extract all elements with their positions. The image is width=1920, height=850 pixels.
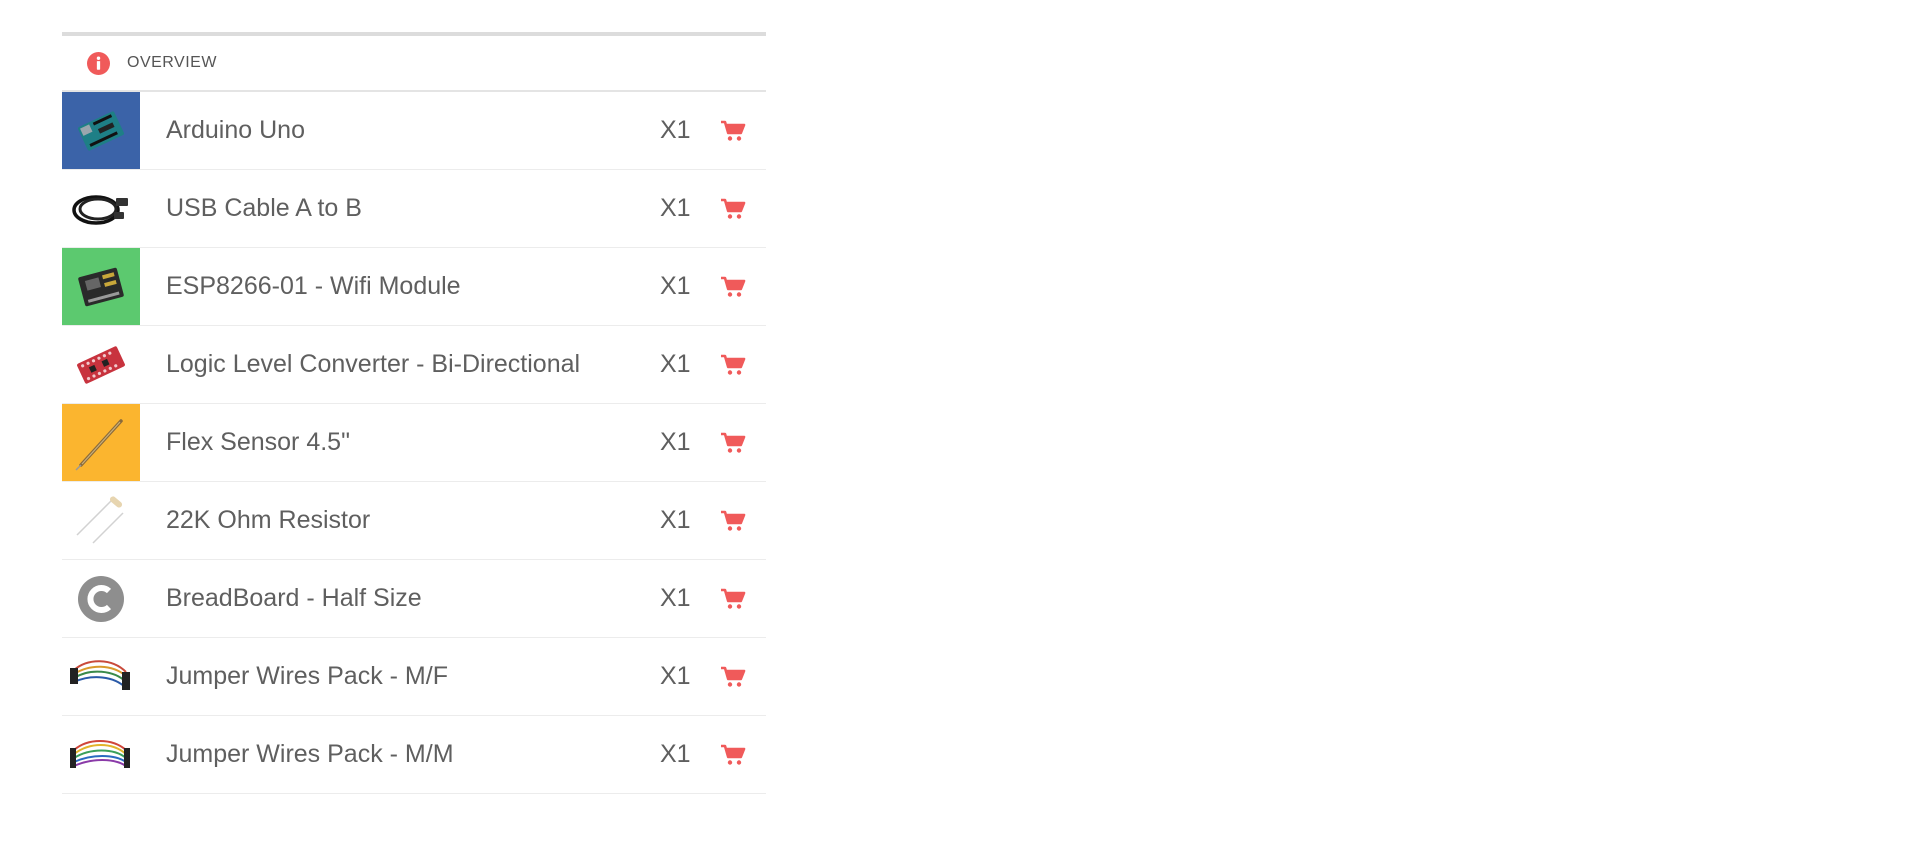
shopping-cart-icon[interactable] <box>720 276 766 298</box>
breadboard-image[interactable] <box>62 560 140 637</box>
item-name[interactable]: Logic Level Converter - Bi-Directional <box>166 350 660 379</box>
item-name[interactable]: Jumper Wires Pack - M/M <box>166 740 660 769</box>
list-item[interactable]: USB Cable A to B X1 <box>62 170 766 248</box>
item-quantity: X1 <box>660 662 691 690</box>
overview-header[interactable]: OVERVIEW <box>62 36 766 92</box>
shopping-cart-icon[interactable] <box>720 744 766 766</box>
shopping-cart-icon[interactable] <box>720 432 766 454</box>
overview-panel: OVERVIEW Arduino Uno X1 USB Cable A to B… <box>62 32 766 794</box>
item-quantity: X1 <box>660 194 691 222</box>
list-item[interactable]: Jumper Wires Pack - M/M X1 <box>62 716 766 794</box>
shopping-cart-icon[interactable] <box>720 510 766 532</box>
logic-level-converter-image[interactable] <box>62 326 140 403</box>
shopping-cart-icon[interactable] <box>720 588 766 610</box>
item-quantity: X1 <box>660 350 691 378</box>
jumper-wires-mf-image[interactable] <box>62 638 140 715</box>
list-item[interactable]: Jumper Wires Pack - M/F X1 <box>62 638 766 716</box>
list-item[interactable]: Arduino Uno X1 <box>62 92 766 170</box>
info-icon <box>87 51 110 75</box>
item-quantity: X1 <box>660 272 691 300</box>
item-name[interactable]: Flex Sensor 4.5" <box>166 428 660 457</box>
item-name[interactable]: USB Cable A to B <box>166 194 660 223</box>
esp8266-module-image[interactable] <box>62 248 140 325</box>
list-item[interactable]: 22K Ohm Resistor X1 <box>62 482 766 560</box>
arduino-uno-image[interactable] <box>62 92 140 169</box>
list-item[interactable]: BreadBoard - Half Size X1 <box>62 560 766 638</box>
jumper-wires-mm-image[interactable] <box>62 716 140 793</box>
item-name[interactable]: ESP8266-01 - Wifi Module <box>166 272 660 301</box>
flex-sensor-image[interactable] <box>62 404 140 481</box>
list-item[interactable]: Logic Level Converter - Bi-Directional X… <box>62 326 766 404</box>
item-name[interactable]: Arduino Uno <box>166 116 660 145</box>
item-name[interactable]: Jumper Wires Pack - M/F <box>166 662 660 691</box>
item-quantity: X1 <box>660 428 691 456</box>
resistor-image[interactable] <box>62 482 140 559</box>
shopping-cart-icon[interactable] <box>720 198 766 220</box>
list-item[interactable]: Flex Sensor 4.5" X1 <box>62 404 766 482</box>
item-name[interactable]: BreadBoard - Half Size <box>166 584 660 613</box>
item-quantity: X1 <box>660 740 691 768</box>
overview-title: OVERVIEW <box>127 54 217 71</box>
shopping-cart-icon[interactable] <box>720 120 766 142</box>
item-quantity: X1 <box>660 584 691 612</box>
shopping-cart-icon[interactable] <box>720 354 766 376</box>
item-quantity: X1 <box>660 506 691 534</box>
item-quantity: X1 <box>660 116 691 144</box>
usb-cable-image[interactable] <box>62 170 140 247</box>
item-name[interactable]: 22K Ohm Resistor <box>166 506 660 535</box>
list-item[interactable]: ESP8266-01 - Wifi Module X1 <box>62 248 766 326</box>
shopping-cart-icon[interactable] <box>720 666 766 688</box>
